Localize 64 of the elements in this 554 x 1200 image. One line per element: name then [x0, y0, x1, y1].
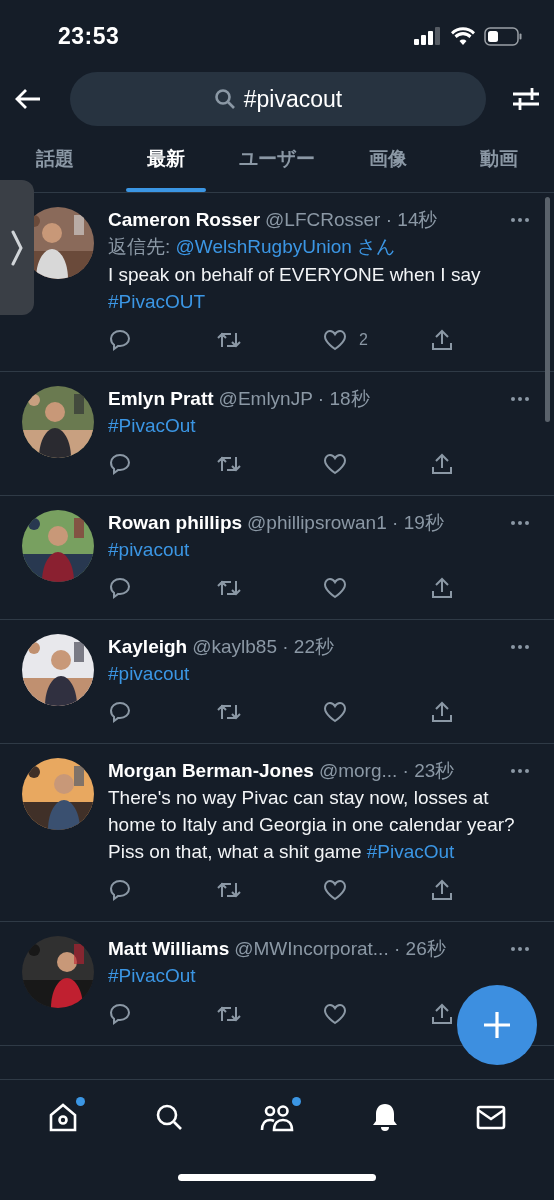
heart-icon[interactable]: [323, 453, 347, 475]
handle-time: @phillipsrowan1 · 19秒: [247, 511, 444, 535]
reply-icon[interactable]: [108, 1002, 132, 1026]
more-icon[interactable]: [510, 217, 530, 223]
handle-time: @MWIncorporat... · 26秒: [234, 937, 446, 961]
handle-time: @morg... · 23秒: [318, 759, 455, 783]
hashtag-link[interactable]: #pivacout: [108, 539, 190, 560]
reply-label: 返信先:: [108, 236, 171, 257]
filter-sliders-icon[interactable]: [512, 86, 540, 112]
tab[interactable]: 画像: [332, 126, 444, 192]
more-icon[interactable]: [510, 520, 530, 526]
like-count: 2: [359, 331, 368, 349]
tab[interactable]: 最新: [110, 126, 222, 192]
search-field[interactable]: #pivacout: [70, 72, 486, 126]
hashtag-link[interactable]: #PivacOut: [108, 965, 196, 986]
author-name: Kayleigh: [108, 636, 188, 658]
share-icon[interactable]: [430, 701, 453, 723]
author-name: Rowan phillips: [108, 512, 243, 534]
reply-icon[interactable]: [108, 576, 132, 600]
chevron-right-icon: [11, 229, 23, 266]
author-name: Cameron Rosser: [108, 209, 261, 231]
hashtag-link[interactable]: #pivacout: [108, 663, 190, 684]
reply-icon[interactable]: [108, 700, 132, 724]
heart-icon[interactable]: [323, 879, 347, 901]
more-icon[interactable]: [510, 644, 530, 650]
tab[interactable]: ユーザー: [221, 126, 333, 192]
home-icon[interactable]: [47, 1101, 79, 1133]
battery-icon: [484, 26, 522, 46]
handle-time: @kaylb85 · 22秒: [192, 635, 334, 659]
share-icon[interactable]: [430, 453, 453, 475]
author-name: Emlyn Pratt: [108, 388, 214, 410]
tab[interactable]: 話題: [0, 126, 111, 192]
hashtag-link[interactable]: #PivacOut: [366, 841, 455, 862]
reply-icon[interactable]: [108, 878, 132, 902]
handle-time: @LFCRosser · 14秒: [265, 208, 438, 232]
clock: 23:53: [58, 22, 121, 50]
signal-icon: [414, 27, 442, 45]
tab[interactable]: 動画: [443, 126, 554, 192]
share-icon[interactable]: [430, 1003, 453, 1025]
heart-icon[interactable]: [323, 1003, 347, 1025]
plus-icon: [483, 1011, 511, 1039]
reply-icon[interactable]: [108, 452, 132, 476]
more-icon[interactable]: [510, 946, 530, 952]
mention-link[interactable]: @WelshRugbyUnion さん: [175, 236, 396, 257]
share-icon[interactable]: [430, 329, 453, 351]
reply-icon[interactable]: [108, 328, 132, 352]
more-icon[interactable]: [510, 396, 530, 402]
back-arrow-icon[interactable]: [14, 87, 42, 111]
handle-time: @EmlynJP · 18秒: [218, 387, 370, 411]
search-icon: [213, 88, 236, 110]
heart-icon[interactable]: [323, 701, 347, 723]
hashtag-link[interactable]: #PivacOUT: [108, 291, 206, 312]
more-icon[interactable]: [510, 768, 530, 774]
hashtag-link[interactable]: #PivacOut: [108, 415, 196, 436]
tweet-text: I speak on behalf of EVERYONE when I say #PivacOUT: [108, 263, 482, 314]
author-name: Matt Williams: [108, 938, 230, 960]
side-panel-handle[interactable]: [0, 180, 34, 315]
share-icon[interactable]: [430, 577, 453, 599]
share-icon[interactable]: [430, 879, 453, 901]
author-name: Morgan Berman-Jones: [108, 760, 314, 782]
heart-icon[interactable]: [323, 329, 347, 351]
wifi-icon: [451, 27, 475, 45]
tweet-text: There's no way Pivac can stay now, losses at home to Italy and Georgia in one calendar year? Piss on that, what a shit game #PivacOut: [108, 786, 516, 864]
heart-icon[interactable]: [323, 577, 347, 599]
